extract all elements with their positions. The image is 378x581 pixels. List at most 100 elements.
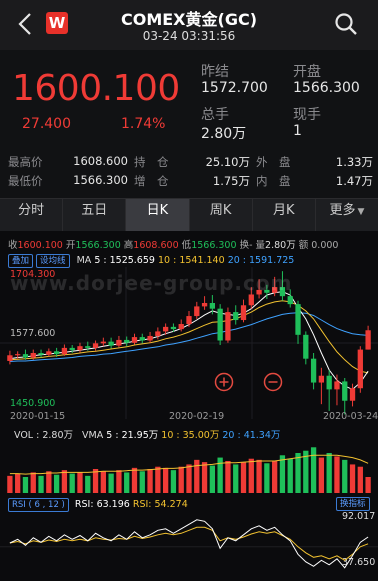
tab-more-label: 更多	[329, 203, 356, 218]
open-value-info: 1566.300	[75, 240, 121, 251]
volume-value-info: 2.80万	[265, 240, 296, 251]
volume-bar	[349, 464, 356, 493]
candle-body	[85, 346, 91, 348]
volume-bar	[139, 471, 145, 493]
quote-panel: 1600.100 27.400 1.74% 昨结 1572.700 开盘 156…	[0, 50, 378, 200]
volume-bar	[178, 466, 184, 493]
search-icon[interactable]	[334, 12, 358, 36]
date-axis-mid: 2020-02-19	[169, 411, 225, 422]
volume-bar	[248, 458, 254, 493]
candle-body	[349, 388, 356, 401]
prev-close-value: 1572.700	[201, 80, 268, 96]
tab-more[interactable]: 更多 ▼	[316, 199, 378, 231]
hold-value: 25.10万	[205, 155, 250, 169]
volume-bar	[92, 469, 99, 493]
set-ma-button[interactable]: 设均线	[36, 254, 70, 268]
rsi-info-line: RSI ( 6 , 12 ) RSI: 63.196 RSI: 54.274	[8, 498, 188, 512]
candle-body	[186, 316, 192, 325]
zoom-out-icon[interactable]	[263, 372, 283, 392]
ma5-value: 5 : 1525.659	[94, 255, 155, 266]
tab-month-k[interactable]: 月K	[253, 199, 316, 231]
chart-area: 收1600.100 开1566.300 高1608.600 低1566.300 …	[0, 231, 378, 581]
vma5-value: 5 : 21.95万	[106, 430, 159, 441]
close-label: 收	[8, 240, 18, 251]
rsi-params-button[interactable]: RSI ( 6 , 12 )	[8, 498, 69, 512]
volume-bar	[334, 456, 340, 493]
volume-bar	[100, 471, 106, 493]
candle-body	[233, 312, 239, 321]
volume-bar	[147, 469, 153, 493]
low-label: 最低价	[8, 174, 43, 188]
candle-body	[357, 349, 363, 389]
candle-body	[38, 353, 44, 355]
hold-label: 持 仓	[134, 155, 169, 169]
volume-bar	[186, 464, 192, 493]
candle-body	[100, 341, 106, 344]
page-title: COMEX黄金(GC)	[120, 10, 258, 29]
high-label-info: 高	[123, 240, 134, 251]
inner-value: 1.47万	[335, 174, 373, 188]
zoom-in-icon[interactable]	[214, 372, 234, 392]
candle-body	[139, 337, 145, 341]
price-change-percent: 1.74%	[121, 116, 166, 132]
rsi-chart[interactable]	[0, 511, 378, 575]
vma-label: VMA	[82, 430, 104, 441]
candle-body	[225, 312, 231, 341]
volume-bar	[240, 462, 247, 493]
candle-body	[248, 294, 254, 306]
candle-body	[217, 308, 223, 341]
tab-five-day[interactable]: 五日	[63, 199, 127, 231]
volume-bar	[131, 467, 138, 493]
volume-bar	[108, 473, 114, 493]
volume-bar	[22, 477, 29, 493]
date-axis-end: 2020-03-24	[323, 411, 378, 422]
volume-bar	[272, 461, 278, 493]
vol-value: 2.80万	[42, 430, 74, 441]
candle-body	[318, 375, 325, 383]
volume-label-info: 量	[255, 240, 266, 251]
candle-body	[15, 354, 21, 356]
current-hand-label: 现手	[293, 107, 321, 123]
ma-info-line: 叠加 设均线 MA 5 : 1525.659 10 : 1541.140 20 …	[8, 254, 294, 268]
last-price: 1600.100	[12, 68, 180, 109]
outer-value: 1.33万	[335, 155, 373, 169]
volume-bar	[209, 465, 216, 493]
volume-bar	[342, 459, 348, 493]
ma20-value: 20 : 1591.725	[227, 255, 295, 266]
tab-minute[interactable]: 分时	[0, 199, 64, 231]
vma20-value: 20 : 41.34万	[222, 430, 281, 441]
candle-body	[53, 351, 60, 355]
candle-body	[342, 381, 348, 401]
switch-indicator-button[interactable]: 换指标	[336, 497, 370, 511]
candle-body	[22, 354, 29, 358]
ma-label: MA	[76, 255, 92, 266]
candle-body	[131, 337, 138, 343]
volume-bar	[318, 457, 325, 493]
candle-body	[326, 375, 332, 390]
candle-body	[77, 346, 83, 351]
candle-body	[365, 330, 371, 350]
candle-body	[162, 326, 169, 332]
tab-week-k[interactable]: 周K	[190, 199, 253, 231]
close-value: 1600.100	[17, 240, 63, 251]
open-label-info: 开	[65, 240, 76, 251]
volume-bar	[38, 475, 44, 493]
add-value: 1.75万	[212, 174, 250, 188]
stats-row-2: 最低价 1566.300 增 仓 1.75万 内 盘 1.47万	[0, 173, 378, 189]
header-bar: W COMEX黄金(GC) 03-24 03:31:56	[0, 0, 378, 50]
candle-body	[155, 331, 161, 336]
inner-label: 内 盘	[256, 174, 291, 188]
tab-day-k[interactable]: 日K	[126, 199, 190, 231]
overlay-button[interactable]: 叠加	[8, 254, 34, 268]
switch-indicator-label: 换指标	[336, 497, 370, 511]
volume-bar	[15, 473, 21, 493]
vma10-value: 10 : 35.00万	[161, 430, 220, 441]
current-hand-value: 1	[293, 123, 302, 139]
volume-chart[interactable]	[0, 443, 378, 493]
volume-label: 总手	[201, 107, 229, 123]
price-axis-bottom: 1450.900	[10, 398, 56, 409]
volume-bar	[7, 475, 13, 493]
vol-info-line: VOL : 2.80万 VMA 5 : 21.95万 10 : 35.00万 2…	[14, 427, 280, 441]
candle-body	[240, 305, 247, 321]
volume-value: 2.80万	[201, 126, 247, 142]
